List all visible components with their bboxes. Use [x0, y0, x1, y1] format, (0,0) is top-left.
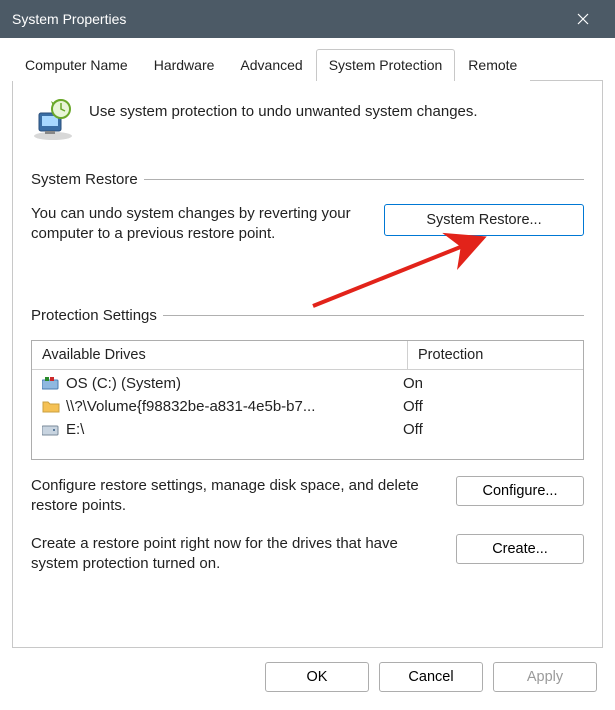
drive-icon: [42, 421, 62, 437]
drive-status: Off: [403, 421, 573, 438]
drive-status: Off: [403, 398, 573, 415]
drive-row[interactable]: OS (C:) (System) On: [32, 372, 583, 395]
close-button[interactable]: [563, 0, 603, 38]
drive-label: OS (C:) (System): [66, 375, 403, 392]
close-icon: [577, 13, 589, 25]
tab-remote[interactable]: Remote: [455, 49, 530, 81]
tab-system-protection[interactable]: System Protection: [316, 49, 456, 81]
tab-strip: Computer Name Hardware Advanced System P…: [12, 48, 603, 80]
drive-status: On: [403, 375, 573, 392]
system-restore-legend: System Restore: [31, 171, 138, 188]
tab-advanced[interactable]: Advanced: [227, 49, 315, 81]
intro-row: Use system protection to undo unwanted s…: [31, 97, 584, 141]
drive-label: E:\: [66, 421, 403, 438]
protection-settings-legend: Protection Settings: [31, 307, 157, 324]
system-restore-group: System Restore You can undo system chang…: [31, 171, 584, 245]
drives-header: Available Drives Protection: [32, 341, 583, 370]
divider: [144, 179, 584, 180]
system-restore-desc: You can undo system changes by reverting…: [31, 204, 366, 245]
window-title: System Properties: [12, 11, 126, 27]
drive-os-icon: [42, 375, 62, 391]
tab-computer-name[interactable]: Computer Name: [12, 49, 141, 81]
create-button[interactable]: Create...: [456, 534, 584, 564]
drive-label: \\?\Volume{f98832be-a831-4e5b-b7...: [66, 398, 403, 415]
drive-row[interactable]: E:\ Off: [32, 418, 583, 441]
configure-desc: Configure restore settings, manage disk …: [31, 476, 438, 517]
system-restore-icon: [31, 97, 75, 141]
system-properties-dialog: System Properties Computer Name Hardware…: [0, 0, 615, 710]
intro-text: Use system protection to undo unwanted s…: [89, 97, 478, 120]
drive-row[interactable]: \\?\Volume{f98832be-a831-4e5b-b7... Off: [32, 395, 583, 418]
folder-icon: [42, 398, 62, 414]
titlebar: System Properties: [0, 0, 615, 38]
col-available-drives[interactable]: Available Drives: [32, 341, 408, 369]
system-restore-button[interactable]: System Restore...: [384, 204, 584, 236]
create-desc: Create a restore point right now for the…: [31, 534, 438, 575]
tab-panel: Use system protection to undo unwanted s…: [12, 80, 603, 648]
divider: [163, 315, 584, 316]
cancel-button[interactable]: Cancel: [379, 662, 483, 692]
apply-button[interactable]: Apply: [493, 662, 597, 692]
tab-hardware[interactable]: Hardware: [141, 49, 228, 81]
drives-listview[interactable]: Available Drives Protection OS (C:) (Sys…: [31, 340, 584, 460]
configure-button[interactable]: Configure...: [456, 476, 584, 506]
ok-button[interactable]: OK: [265, 662, 369, 692]
col-protection[interactable]: Protection: [408, 341, 583, 369]
dialog-footer: OK Cancel Apply: [0, 648, 615, 710]
protection-settings-group: Protection Settings Available Drives Pro…: [31, 307, 584, 575]
